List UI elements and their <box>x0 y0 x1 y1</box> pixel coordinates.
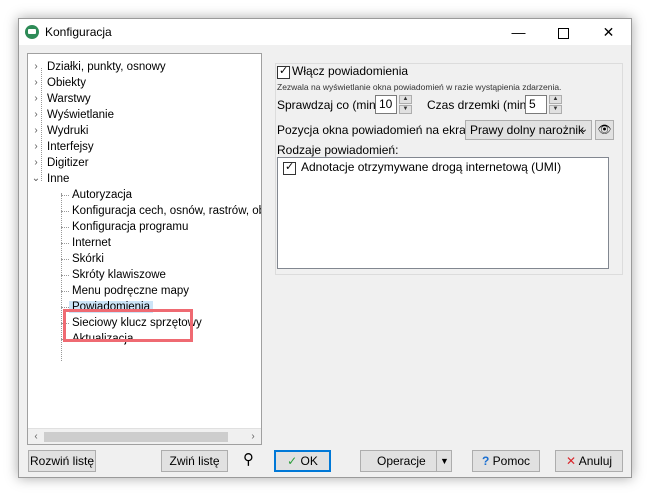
highlight-box <box>63 309 193 342</box>
search-icon[interactable]: ⚲ <box>243 450 254 468</box>
help-button[interactable]: ? Pomoc <box>472 450 540 472</box>
chevron-right-icon: › <box>34 109 38 120</box>
expand-list-button[interactable]: Rozwiń listę <box>28 450 96 472</box>
notification-types-list[interactable]: Adnotacje otrzymywane drogą internetową … <box>277 157 609 269</box>
enable-notifications-desc: Zezwala na wyświetlanie okna powiadomień… <box>277 82 562 92</box>
horizontal-scrollbar[interactable]: ‹ › <box>28 428 261 444</box>
dropdown-arrow-icon: ▼ <box>440 456 449 466</box>
tree-item[interactable]: Autoryzacja <box>72 187 132 203</box>
enable-notifications-label: Włącz powiadomienia <box>292 64 409 78</box>
tree-item[interactable]: › Warstwy <box>31 91 90 107</box>
chevron-right-icon: › <box>34 157 38 168</box>
snooze-label: Czas drzemki (min): <box>427 98 534 112</box>
config-window: Konfiguracja — ✕ › Działki, punkty, osnow… <box>18 18 632 478</box>
tree-item[interactable]: › Interfejsy <box>31 139 93 155</box>
title-bar: Konfiguracja — ✕ <box>19 19 631 45</box>
operations-button[interactable]: Operacje ▼ <box>360 450 452 472</box>
chevron-right-icon: › <box>34 77 38 88</box>
check-interval-label: Sprawdzaj co (min): <box>277 98 384 112</box>
chevron-right-icon: › <box>34 141 38 152</box>
check-interval-input[interactable]: 10 <box>375 95 397 114</box>
minimize-button[interactable]: — <box>496 19 541 45</box>
tree-item[interactable]: Konfiguracja programu <box>72 219 188 235</box>
app-icon <box>25 25 39 39</box>
tree-item[interactable]: › Wyświetlanie <box>31 107 114 123</box>
umi-checkbox[interactable] <box>283 160 296 175</box>
maximize-button[interactable] <box>541 19 586 45</box>
tree-item[interactable]: › Działki, punkty, osnowy <box>31 59 165 75</box>
tree-item[interactable]: Skróty klawiszowe <box>72 267 166 283</box>
chevron-right-icon: › <box>34 125 38 136</box>
chevron-right-icon: › <box>34 61 38 72</box>
position-select[interactable]: Prawy dolny narożnik ⌄ <box>465 120 592 140</box>
scroll-left-icon[interactable]: ‹ <box>28 429 44 444</box>
spin-up-icon[interactable]: ▲ <box>399 95 412 104</box>
cancel-button[interactable]: ✕ Anuluj <box>555 450 623 472</box>
tree-item[interactable]: › Digitizer <box>31 155 88 171</box>
config-tree[interactable]: › Działki, punkty, osnowy › Obiekty › Warst… <box>27 53 262 445</box>
tree-item[interactable]: Skórki <box>72 251 104 267</box>
help-icon: ? <box>481 454 490 468</box>
tree-item[interactable]: Menu podręczne mapy <box>72 283 189 299</box>
tree-item[interactable]: Konfiguracja cech, osnów, rastrów, obsza <box>72 203 261 219</box>
chevron-down-icon: ⌄ <box>579 124 588 135</box>
ok-button[interactable]: ✓ OK <box>274 450 331 472</box>
notification-types-label: Rodzaje powiadomień: <box>277 143 399 157</box>
tree-item[interactable]: ⌄ Inne <box>31 171 70 187</box>
eye-icon: 👁 <box>597 124 612 136</box>
spin-up-icon[interactable]: ▲ <box>549 95 562 104</box>
spin-down-icon[interactable]: ▼ <box>399 105 412 114</box>
snooze-input[interactable]: 5 <box>525 95 547 114</box>
tree-item[interactable]: Internet <box>72 235 111 251</box>
spin-down-icon[interactable]: ▼ <box>549 105 562 114</box>
tree-item[interactable]: › Obiekty <box>31 75 86 91</box>
collapse-list-button[interactable]: Zwiń listę <box>161 450 228 472</box>
close-button[interactable]: ✕ <box>586 19 631 45</box>
enable-notifications-checkbox[interactable] <box>277 64 290 79</box>
close-icon: ✕ <box>565 454 577 468</box>
scroll-thumb[interactable] <box>44 432 228 442</box>
scroll-right-icon[interactable]: › <box>245 429 261 444</box>
preview-button[interactable]: 👁 <box>595 120 614 140</box>
tree-item[interactable]: › Wydruki <box>31 123 88 139</box>
maximize-icon <box>558 27 569 39</box>
position-label: Pozycja okna powiadomień na ekranie <box>277 123 482 137</box>
chevron-down-icon: ⌄ <box>31 173 41 184</box>
check-icon: ✓ <box>287 454 298 468</box>
window-title: Konfiguracja <box>45 25 112 39</box>
chevron-right-icon: › <box>34 93 38 104</box>
umi-label: Adnotacje otrzymywane drogą internetową … <box>301 160 562 174</box>
